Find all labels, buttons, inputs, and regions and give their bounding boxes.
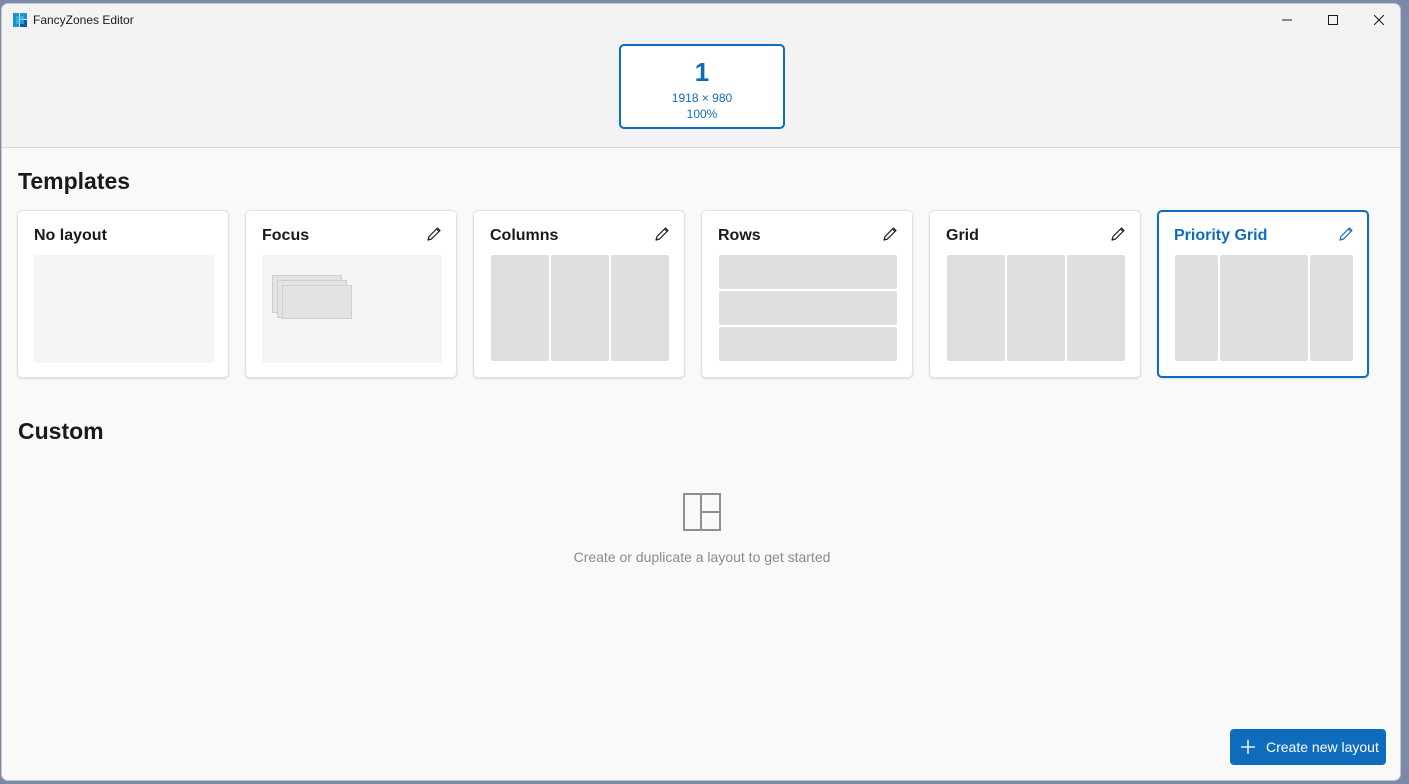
template-title: Priority Grid — [1174, 227, 1268, 244]
layout-grid-icon — [683, 493, 721, 531]
layout-preview — [262, 255, 442, 363]
zone — [1175, 255, 1218, 361]
zone — [719, 255, 897, 289]
layout-preview — [1174, 255, 1354, 363]
layout-preview — [718, 255, 898, 363]
monitor-resolution: 1918 × 980 — [671, 91, 733, 105]
template-card-rows[interactable]: Rows — [701, 210, 913, 378]
create-new-layout-label: Create new layout — [1266, 739, 1379, 755]
template-title: Focus — [262, 227, 310, 244]
close-button[interactable] — [1356, 4, 1400, 36]
template-title: Grid — [946, 227, 979, 244]
zone — [719, 291, 897, 325]
template-card-no-layout[interactable]: No layout — [17, 210, 229, 378]
pencil-icon — [1339, 227, 1353, 241]
template-title: Rows — [718, 227, 761, 244]
fancyzones-app-icon — [13, 13, 27, 27]
zone — [491, 255, 549, 361]
edit-layout-button[interactable] — [652, 224, 672, 244]
template-card-priority-grid[interactable]: Priority Grid — [1157, 210, 1369, 378]
maximize-icon — [1328, 15, 1338, 25]
custom-empty-message: Create or duplicate a layout to get star… — [573, 549, 831, 565]
pencil-icon — [1111, 227, 1125, 241]
zone — [611, 255, 669, 361]
maximize-button[interactable] — [1310, 4, 1356, 36]
pencil-icon — [427, 227, 441, 241]
pencil-icon — [655, 227, 669, 241]
custom-heading: Custom — [18, 418, 104, 444]
template-card-grid[interactable]: Grid — [929, 210, 1141, 378]
zone — [1067, 255, 1125, 361]
monitor-card[interactable]: 1 1918 × 980 100% — [619, 44, 785, 129]
zone — [1220, 255, 1308, 361]
edit-layout-button[interactable] — [880, 224, 900, 244]
monitor-number: 1 — [694, 57, 710, 87]
monitor-selector-area: FancyZones Editor 1 1918 × 980 100% — [2, 4, 1400, 148]
template-card-columns[interactable]: Columns — [473, 210, 685, 378]
zone — [719, 327, 897, 361]
monitor-scale: 100% — [686, 107, 718, 121]
plus-icon — [1232, 740, 1264, 754]
close-icon — [1374, 15, 1384, 25]
window-title: FancyZones Editor — [33, 13, 134, 27]
layout-preview — [34, 255, 214, 363]
pencil-icon — [883, 227, 897, 241]
zone — [551, 255, 609, 361]
edit-layout-button[interactable] — [424, 224, 444, 244]
title-bar: FancyZones Editor — [2, 4, 1400, 36]
template-card-focus[interactable]: Focus — [245, 210, 457, 378]
app-window: FancyZones Editor 1 1918 × 980 100% Temp… — [1, 3, 1401, 781]
zone — [947, 255, 1005, 361]
templates-heading: Templates — [18, 168, 131, 194]
layout-preview — [946, 255, 1126, 363]
template-title: Columns — [490, 227, 559, 244]
zone — [1007, 255, 1065, 361]
edit-layout-button[interactable] — [1108, 224, 1128, 244]
minimize-icon — [1282, 19, 1292, 21]
minimize-button[interactable] — [1264, 4, 1310, 36]
template-title: No layout — [34, 227, 107, 244]
zone — [1310, 255, 1353, 361]
edit-layout-button[interactable] — [1336, 224, 1356, 244]
layout-preview — [490, 255, 670, 363]
zone — [282, 285, 352, 319]
create-new-layout-button[interactable]: Create new layout — [1230, 729, 1386, 765]
